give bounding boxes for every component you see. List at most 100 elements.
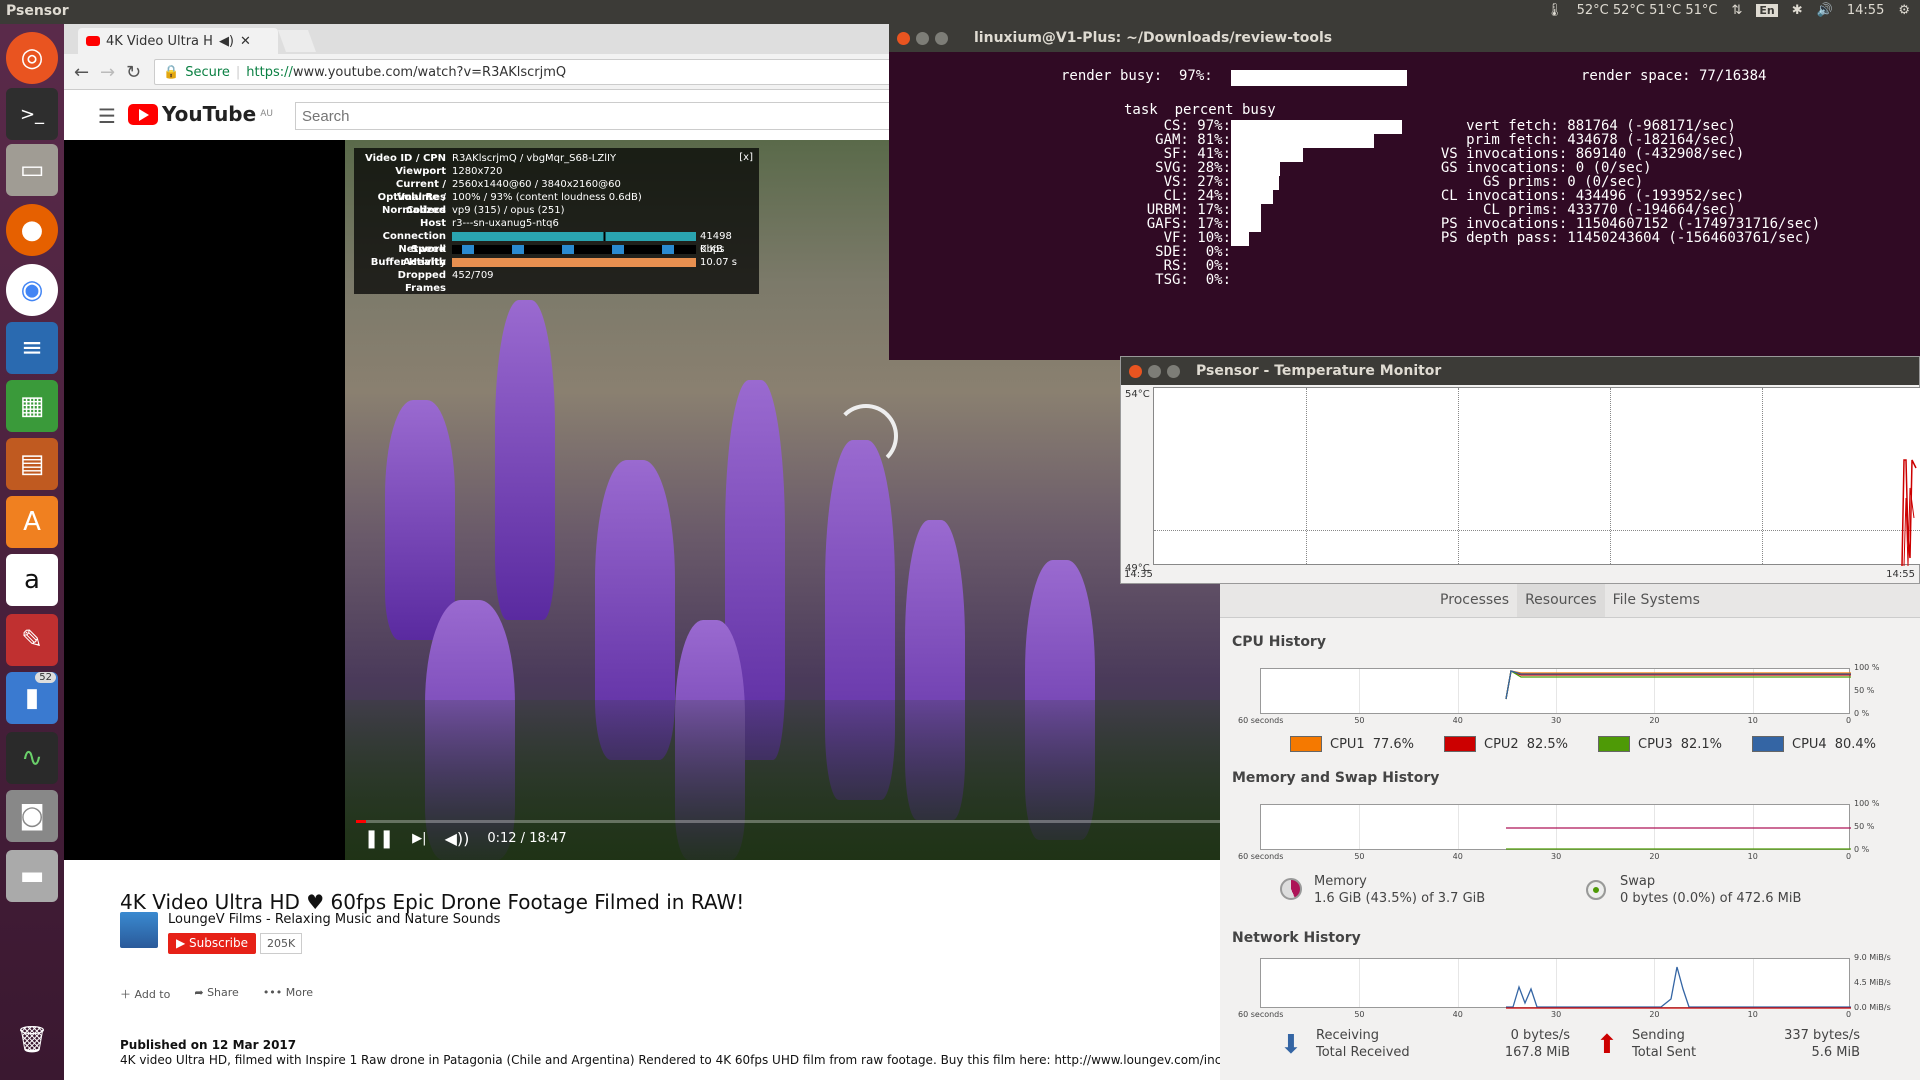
y-tick-label: 9.0 MiB/s	[1854, 953, 1891, 962]
task-busy-bar	[1231, 204, 1261, 218]
total-received-label: Total Received	[1316, 1045, 1410, 1060]
settings-icon[interactable]: ✎	[6, 614, 58, 666]
psensor-titlebar[interactable]: Psensor - Temperature Monitor	[1121, 357, 1919, 385]
bluetooth-icon[interactable]: ✱	[1792, 3, 1803, 18]
power-gear-icon[interactable]: ⚙	[1898, 3, 1910, 18]
files-icon[interactable]: ▭	[6, 144, 58, 196]
psensor-window[interactable]: Psensor - Temperature Monitor 54°C 49°C …	[1120, 356, 1920, 584]
y-tick-label: 0.0 MiB/s	[1854, 1003, 1891, 1012]
tab-file-systems[interactable]: File Systems	[1605, 584, 1708, 617]
search-input[interactable]	[295, 102, 895, 130]
ubuntu-icon[interactable]: ◎	[6, 32, 58, 84]
new-tab-button[interactable]	[277, 30, 317, 52]
next-icon[interactable]: ▶|	[412, 831, 426, 846]
network-history-chart	[1260, 958, 1851, 1009]
channel-name[interactable]: LoungeV Films - Relaxing Music and Natur…	[168, 912, 500, 927]
maximize-window-icon[interactable]	[1167, 364, 1180, 378]
volume-icon[interactable]: ◀))	[445, 829, 470, 848]
psensor-x-right: 14:55	[1886, 569, 1915, 580]
stats-close-button[interactable]: [x]	[739, 152, 753, 163]
menu-icon[interactable]: ☰	[98, 104, 116, 128]
keyboard-layout-indicator[interactable]: En	[1756, 4, 1778, 17]
impress-icon[interactable]: ▤	[6, 438, 58, 490]
x-tick-label: 20	[1649, 716, 1660, 725]
system-monitor-icon[interactable]: ∿	[6, 732, 58, 784]
minimize-window-icon[interactable]	[1148, 364, 1161, 378]
youtube-logo-text: YouTube	[162, 102, 257, 126]
more-button[interactable]: ••• More	[263, 986, 313, 1002]
task-busy-bar	[1231, 176, 1279, 190]
thermometer-icon[interactable]: 🌡	[1546, 3, 1563, 18]
sending-rate: 337 bytes/s	[1784, 1028, 1860, 1043]
amazon-icon[interactable]: a	[6, 554, 58, 606]
add-to-button[interactable]: ＋ Add to	[120, 986, 170, 1002]
chrome-icon[interactable]: ◉	[6, 264, 58, 316]
progress-played	[356, 820, 367, 823]
x-tick-label: 30	[1551, 1010, 1562, 1019]
lock-icon[interactable]: 🔒	[163, 65, 179, 80]
youtube-logo[interactable]: YouTube AU	[128, 102, 273, 126]
close-tab-icon[interactable]: ✕	[240, 34, 251, 49]
clock[interactable]: 14:55	[1847, 3, 1884, 18]
sending-values: 337 bytes/s 5.6 MiB	[1760, 1028, 1860, 1060]
total-sent-label: Total Sent	[1632, 1045, 1697, 1060]
reload-icon[interactable]: ↻	[126, 62, 141, 83]
gpu-stat-line: PS depth pass: 11450243604 (-1564603761/…	[1424, 230, 1812, 246]
video-title: 4K Video Ultra HD ♥ 60fps Epic Drone Foo…	[120, 890, 745, 914]
volume-icon[interactable]: 🔊	[1817, 3, 1833, 18]
terminal-title: linuxium@V1-Plus: ~/Downloads/review-too…	[974, 30, 1333, 46]
time-display: 0:12 / 18:47	[487, 831, 567, 846]
cpu-color-swatch[interactable]	[1752, 736, 1784, 752]
share-button[interactable]: ➦ Share	[194, 986, 238, 1002]
software-icon[interactable]: A	[6, 496, 58, 548]
network-arrows-icon[interactable]: ⇅	[1732, 3, 1743, 18]
history-lines	[1505, 669, 1851, 700]
writer-icon[interactable]: ≡	[6, 322, 58, 374]
progress-bar[interactable]	[356, 820, 1276, 823]
system-monitor-window[interactable]: Processes Resources File Systems CPU Histo…	[1220, 584, 1920, 1080]
x-tick-label: 20	[1649, 1010, 1660, 1019]
terminal-window[interactable]: linuxium@V1-Plus: ~/Downloads/review-too…	[889, 24, 1920, 360]
cpu-legend-item[interactable]: CPU3 82.1%	[1598, 736, 1722, 752]
swap-label: Swap	[1620, 874, 1656, 889]
stats-key: Video ID / CPN	[365, 153, 446, 164]
x-tick-label: 10	[1747, 1010, 1758, 1019]
x-tick-label: 0	[1846, 716, 1852, 725]
close-window-icon[interactable]	[897, 31, 910, 45]
drive-icon[interactable]: ▬	[6, 850, 58, 902]
cpu-legend-item[interactable]: CPU1 77.6%	[1290, 736, 1414, 752]
terminal-icon[interactable]: >_	[6, 88, 58, 140]
close-window-icon[interactable]	[1129, 364, 1142, 378]
x-tick-label: 10	[1747, 716, 1758, 725]
terminal-titlebar[interactable]: linuxium@V1-Plus: ~/Downloads/review-too…	[889, 24, 1920, 52]
cpu-color-swatch[interactable]	[1598, 736, 1630, 752]
calc-icon[interactable]: ▦	[6, 380, 58, 432]
forward-icon[interactable]: →	[100, 62, 115, 83]
share-label: Share	[207, 986, 239, 999]
swap-pie-icon	[1586, 880, 1606, 900]
tab-processes[interactable]: Processes	[1432, 584, 1517, 617]
cpu-color-swatch[interactable]	[1290, 736, 1322, 752]
tab-resources[interactable]: Resources	[1517, 584, 1605, 617]
address-bar[interactable]: 🔒 Secure | https://www.youtube.com/watch…	[154, 59, 954, 85]
minimize-window-icon[interactable]	[916, 31, 929, 45]
cpu-legend-item[interactable]: CPU4 80.4%	[1752, 736, 1876, 752]
back-icon[interactable]: ←	[74, 62, 89, 83]
firefox-icon[interactable]: ●	[6, 204, 58, 256]
cpu-legend-item[interactable]: CPU2 82.5%	[1444, 736, 1568, 752]
screenshot-icon[interactable]: ◙	[6, 790, 58, 842]
maximize-window-icon[interactable]	[935, 31, 948, 45]
audio-icon[interactable]: ◀)	[219, 34, 234, 49]
temperature-readout[interactable]: 52°C 52°C 51°C 51°C	[1577, 3, 1718, 18]
stats-graph	[452, 232, 696, 241]
psensor-x-left: 14:35	[1124, 569, 1153, 580]
subscribe-button[interactable]: ▶ Subscribe	[168, 933, 257, 954]
youtube-play-icon	[128, 103, 158, 125]
stats-key: Current / Optimal Res	[377, 179, 446, 203]
cpu-color-swatch[interactable]	[1444, 736, 1476, 752]
channel-avatar[interactable]	[120, 912, 158, 948]
tab-youtube[interactable]: 4K Video Ultra H ◀) ✕	[78, 28, 278, 54]
trash-icon[interactable]: 🗑	[6, 1014, 58, 1066]
psensor-icon[interactable]: ▮ 52	[6, 672, 58, 724]
pause-icon[interactable]: ❚❚	[364, 828, 394, 849]
